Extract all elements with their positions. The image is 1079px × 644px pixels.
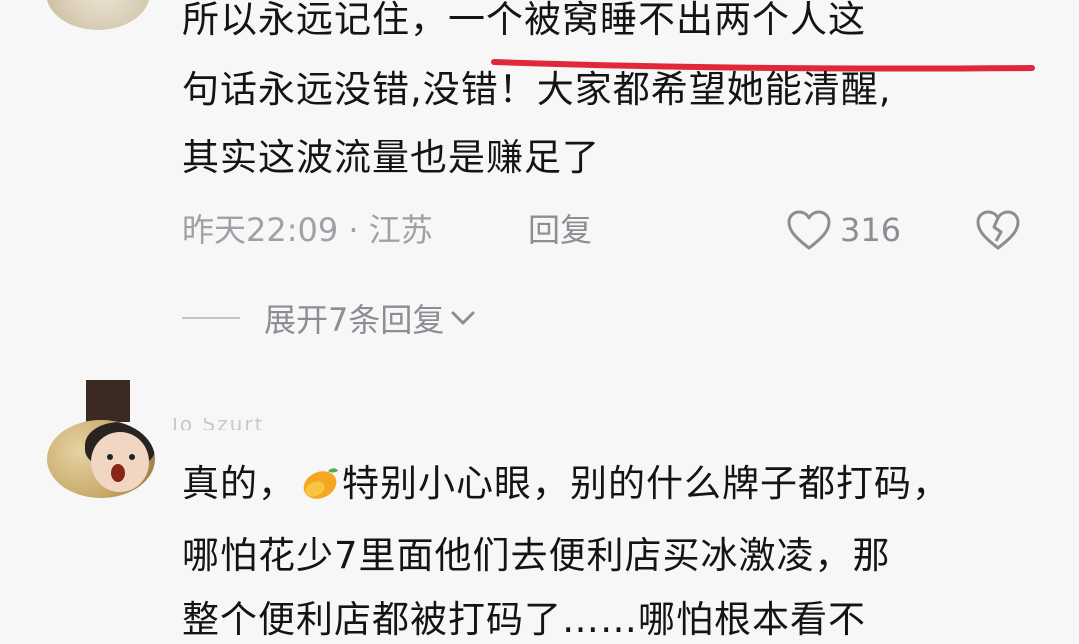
redaction-block xyxy=(86,380,130,422)
chevron-down-icon xyxy=(451,311,475,325)
comment-1-text-line-2: 句话永远没错,没错！大家都希望她能清醒, xyxy=(182,68,892,111)
comment-2-text-line-2: 哪怕花少7里面他们去便利店买冰激凌，那 xyxy=(182,534,891,577)
comment-1-text-line-1: 所以永远记住，一个被窝睡不出两个人这 xyxy=(182,0,866,41)
mango-icon xyxy=(303,468,338,499)
expand-replies-label: 展开7条回复 xyxy=(264,301,445,339)
like-count: 316 xyxy=(840,211,902,249)
comment-2-text-part-2: 特别小心眼，别的什么牌子都打码， xyxy=(342,462,950,505)
comment-2-username[interactable]: Jo Szurt xyxy=(172,418,340,430)
expand-divider-line xyxy=(182,317,240,319)
comment-2-text-line-3: 整个便利店都被打码了……哪怕根本看不 xyxy=(182,598,866,641)
dislike-button[interactable] xyxy=(975,206,1021,254)
like-button[interactable]: 316 xyxy=(786,206,901,254)
avatar-commenter-2[interactable] xyxy=(47,420,155,498)
reply-button[interactable]: 回复 xyxy=(528,206,592,254)
comment-1-timestamp-location: 昨天22:09 · 江苏 xyxy=(182,211,433,249)
comment-2-text-part-1: 真的， xyxy=(182,462,296,505)
avatar-face xyxy=(91,432,149,492)
broken-heart-icon xyxy=(976,210,1020,250)
comment-2-text-line-1: 真的， 特别小心眼，别的什么牌子都打码， xyxy=(182,460,950,508)
heart-outline-icon xyxy=(787,210,831,250)
expand-replies-button[interactable]: 展开7条回复 xyxy=(182,294,478,342)
comment-1-text-line-3: 其实这波流量也是赚足了 xyxy=(182,136,600,179)
avatar-mouth xyxy=(111,464,125,482)
avatar-commenter-1[interactable] xyxy=(46,0,150,30)
avatar-eye-left xyxy=(107,454,113,460)
avatar-eye-right xyxy=(129,454,135,460)
